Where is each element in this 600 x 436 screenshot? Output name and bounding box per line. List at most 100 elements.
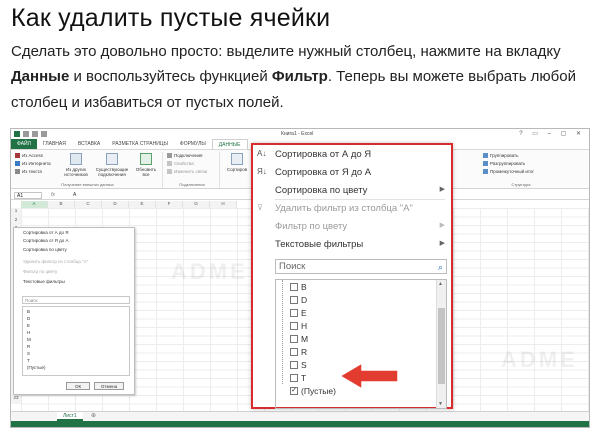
- ok-button[interactable]: ОК: [66, 382, 90, 390]
- scroll-up-icon[interactable]: ▲: [438, 281, 443, 287]
- edit-links-button[interactable]: Изменить связи: [167, 169, 207, 174]
- small-list-item[interactable]: E: [27, 323, 30, 328]
- web-icon: [15, 161, 20, 166]
- existing-connections-button[interactable]: Существующие подключения: [95, 153, 129, 177]
- scroll-down-icon[interactable]: ▼: [438, 401, 443, 407]
- sort-za-item[interactable]: Сортировка от Я до А: [275, 167, 371, 178]
- small-sort-color[interactable]: Сортировка по цвету: [23, 247, 67, 252]
- fx-icon[interactable]: fx: [51, 192, 55, 198]
- tab-data[interactable]: ДАННЫЕ: [211, 139, 248, 149]
- search-icon[interactable]: ⌕: [438, 261, 443, 274]
- checkbox[interactable]: [290, 348, 298, 356]
- list-item[interactable]: H: [290, 321, 307, 331]
- sort-by-color-item[interactable]: Сортировка по цвету: [275, 185, 367, 196]
- small-sort-za[interactable]: Сортировка от Я до А: [23, 238, 69, 243]
- small-list-item[interactable]: R: [27, 344, 30, 349]
- row-header[interactable]: 1: [11, 208, 21, 217]
- small-list-item[interactable]: T: [27, 358, 30, 363]
- redo-icon[interactable]: [41, 131, 47, 137]
- name-box[interactable]: A1: [14, 192, 42, 199]
- sheet-tabs-bar: Лист1 ⊕: [11, 411, 589, 427]
- connections-button[interactable]: Подключения: [167, 153, 202, 158]
- small-list-item[interactable]: S: [27, 351, 30, 356]
- remove-filter-item: Удалить фильтр из столбца "А": [275, 203, 413, 214]
- clear-filter-icon: ⊽: [257, 203, 263, 212]
- properties-button[interactable]: Свойства: [167, 161, 194, 166]
- list-item[interactable]: M: [290, 334, 308, 344]
- subtotal-icon: [483, 169, 488, 174]
- column-headers: A B C D E F G H: [21, 201, 237, 208]
- bold-data-word: Данные: [11, 68, 70, 85]
- text-filters-item[interactable]: Текстовые фильтры: [275, 239, 363, 250]
- undo-icon[interactable]: [32, 131, 38, 137]
- checkbox[interactable]: [290, 361, 298, 369]
- formula-input[interactable]: A: [73, 192, 76, 198]
- small-filter-dropdown: Сортировка от А до Я Сортировка от Я до …: [13, 227, 135, 395]
- checkbox[interactable]: [290, 374, 298, 382]
- save-icon[interactable]: [23, 131, 29, 137]
- tab-home[interactable]: ГЛАВНАЯ: [37, 139, 72, 149]
- search-placeholder: Поиск: [279, 261, 306, 272]
- row-header[interactable]: 2: [11, 216, 21, 225]
- sheet-tab[interactable]: Лист1: [57, 412, 83, 421]
- checkbox-checked[interactable]: ✓: [290, 387, 298, 395]
- list-item[interactable]: B: [290, 282, 307, 292]
- column-header-c[interactable]: C: [75, 201, 102, 208]
- from-web-button[interactable]: Из Интернета: [15, 161, 51, 166]
- small-list-item[interactable]: M: [27, 337, 31, 342]
- list-item-label: E: [301, 308, 307, 318]
- column-header-a[interactable]: A: [21, 201, 48, 208]
- scrollbar-thumb[interactable]: [438, 308, 445, 384]
- sort-icon: [231, 153, 243, 165]
- column-header-e[interactable]: E: [129, 201, 156, 208]
- from-access-button[interactable]: Из Access: [15, 153, 43, 158]
- list-item[interactable]: D: [290, 295, 307, 305]
- sort-az-item[interactable]: Сортировка от А до Я: [275, 149, 371, 160]
- refresh-all-button[interactable]: Обновить все: [133, 153, 159, 177]
- small-sort-az[interactable]: Сортировка от А до Я: [23, 230, 69, 235]
- sort-button[interactable]: Сортиров: [224, 153, 250, 172]
- list-item[interactable]: S: [290, 360, 307, 370]
- from-text-button[interactable]: Из текста: [15, 169, 42, 174]
- ungroup-icon: [483, 161, 488, 166]
- checkbox[interactable]: [290, 322, 298, 330]
- tab-insert[interactable]: ВСТАВКА: [72, 139, 106, 149]
- column-header-b[interactable]: B: [48, 201, 75, 208]
- column-header-d[interactable]: D: [102, 201, 129, 208]
- group-button[interactable]: Группировать: [483, 153, 518, 158]
- list-item[interactable]: T: [290, 373, 306, 383]
- checkbox[interactable]: [290, 309, 298, 317]
- group-icon: [483, 153, 488, 158]
- column-header-f[interactable]: F: [156, 201, 183, 208]
- tab-formulas[interactable]: ФОРМУЛЫ: [174, 139, 212, 149]
- column-header-h[interactable]: H: [210, 201, 237, 208]
- small-list-item[interactable]: D: [27, 316, 30, 321]
- subtotal-button[interactable]: Промежуточный итог: [483, 169, 534, 174]
- small-search-input[interactable]: Поиск: [22, 296, 130, 304]
- watermark: ADME: [501, 347, 578, 372]
- paragraph-text: и воспользуйтесь функцией: [69, 68, 272, 85]
- small-list-item[interactable]: B: [27, 309, 30, 314]
- window-controls[interactable]: ? ▭ – ▢ ✕: [519, 130, 585, 137]
- list-scrollbar[interactable]: ▲ ▼: [436, 280, 446, 408]
- checkbox[interactable]: [290, 335, 298, 343]
- checkbox[interactable]: [290, 296, 298, 304]
- list-item[interactable]: R: [290, 347, 307, 357]
- column-header-g[interactable]: G: [183, 201, 210, 208]
- tab-page-layout[interactable]: РАЗМЕТКА СТРАНИЦЫ: [106, 139, 174, 149]
- row-header[interactable]: 23: [11, 395, 21, 404]
- connections-label: Подключения: [174, 153, 203, 158]
- filter-search-input[interactable]: Поиск ⌕: [275, 259, 447, 274]
- list-item[interactable]: E: [290, 308, 307, 318]
- ungroup-button[interactable]: Разгруппировать: [483, 161, 525, 166]
- small-text-filters[interactable]: Текстовые фильтры: [23, 279, 65, 284]
- small-list-item-empty[interactable]: (Пустые): [27, 365, 45, 370]
- small-filter-color: Фильтр по цвету: [23, 269, 58, 274]
- small-list-item[interactable]: H: [27, 330, 30, 335]
- list-item-empty[interactable]: ✓ (Пустые): [290, 386, 336, 396]
- tab-file[interactable]: ФАЙЛ: [11, 139, 37, 149]
- cancel-button[interactable]: Отмена: [94, 382, 124, 390]
- add-sheet-icon[interactable]: ⊕: [91, 412, 96, 419]
- other-sources-button[interactable]: Из других источников: [61, 153, 91, 177]
- checkbox[interactable]: [290, 283, 298, 291]
